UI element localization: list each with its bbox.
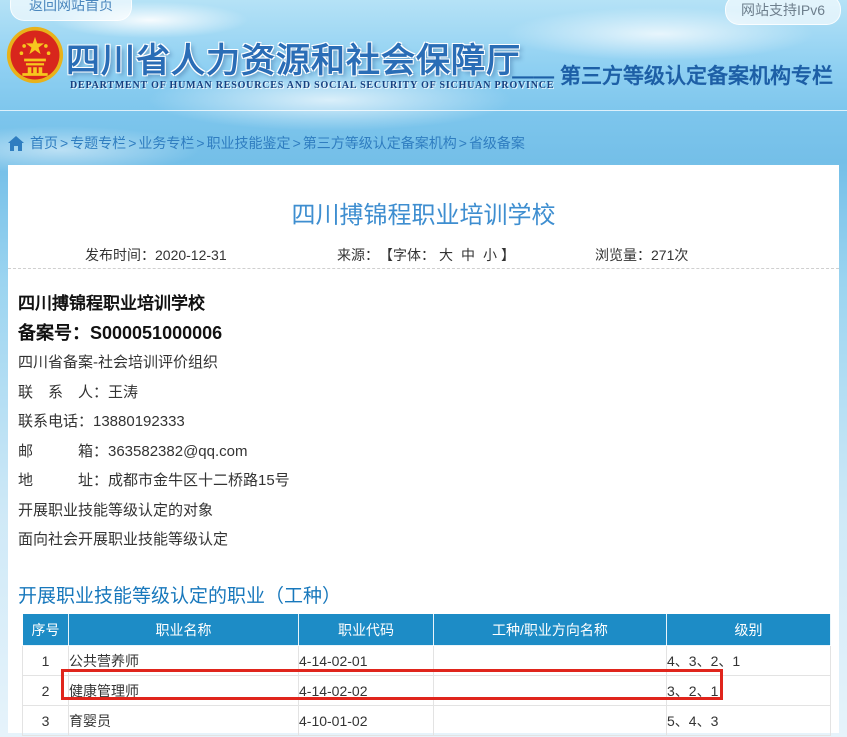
breadcrumb-separator: > <box>128 135 136 151</box>
views-label: 浏览量： <box>595 247 651 263</box>
font-size-option[interactable]: 小 <box>483 247 497 263</box>
table-row: 3育婴员4-10-01-02 5、4、3 <box>23 706 831 736</box>
breadcrumb-item[interactable]: 专题专栏 <box>70 135 126 151</box>
font-size-option[interactable]: 中 <box>461 247 475 263</box>
breadcrumb-item[interactable]: 职业技能鉴定 <box>207 135 291 151</box>
site-title: 四川省人力资源和社会保障厅 <box>66 33 521 82</box>
table-cell: 4-10-01-02 <box>299 706 434 736</box>
table-cell: 5、4、3 <box>667 706 831 736</box>
national-emblem-icon <box>6 26 64 89</box>
article-card: 四川搏锦程职业培训学校 发布时间：2020-12-31 来源： 【字体：大中小】… <box>8 165 839 733</box>
breadcrumb-separator: > <box>293 135 301 151</box>
back-home-button[interactable]: 返回网站首页 <box>10 0 132 21</box>
detail-line: 地 址：成都市金牛区十二桥路15号 <box>18 466 829 496</box>
site-subtitle-en: DEPARTMENT OF HUMAN RESOURCES AND SOCIAL… <box>70 80 554 91</box>
article-details: 四川搏锦程职业培训学校备案号：S000051000006四川省备案-社会培训评价… <box>18 289 829 555</box>
publish-date: 2020-12-31 <box>155 247 227 263</box>
section-title: 开展职业技能等级认定的职业（工种） <box>18 581 341 608</box>
detail-line: 四川搏锦程职业培训学校 <box>18 289 829 319</box>
table-header-cell: 级别 <box>667 614 831 646</box>
highlight-box <box>61 669 723 700</box>
publish-label: 发布时间： <box>85 247 155 263</box>
source-and-font: 来源： 【字体：大中小】 <box>337 245 515 265</box>
article-title: 四川搏锦程职业培训学校 <box>8 195 839 230</box>
detail-line: 邮 箱：363582382@qq.com <box>18 437 829 467</box>
breadcrumb-separator: > <box>459 135 467 151</box>
breadcrumb: 首页>专题专栏>业务专栏>职业技能鉴定>第三方等级认定备案机构>省级备案 <box>8 133 525 153</box>
source-label: 来源： <box>337 247 372 263</box>
views-value: 271次 <box>651 247 688 263</box>
column-slogan: —— 第三方等级认定备案机构专栏 <box>512 60 833 90</box>
detail-line: 备案号：S000051000006 <box>18 319 829 349</box>
detail-line: 联系电话：13880192333 <box>18 407 829 437</box>
ipv6-badge: 网站支持IPv6 <box>725 0 841 25</box>
breadcrumb-separator: > <box>196 135 204 151</box>
table-header-cell: 序号 <box>23 614 69 646</box>
table-cell <box>434 706 667 736</box>
article-meta: 发布时间：2020-12-31 来源： 【字体：大中小】 浏览量：271次 <box>8 245 839 267</box>
detail-line: 面向社会开展职业技能等级认定 <box>18 525 829 555</box>
breadcrumb-items: 首页>专题专栏>业务专栏>职业技能鉴定>第三方等级认定备案机构>省级备案 <box>30 133 525 153</box>
home-icon <box>8 136 24 151</box>
table-header-cell: 职业代码 <box>299 614 434 646</box>
table-header-cell: 职业名称 <box>69 614 299 646</box>
detail-line: 开展职业技能等级认定的对象 <box>18 496 829 526</box>
font-label-close: 】 <box>501 247 515 263</box>
detail-line: 四川省备案-社会培训评价组织 <box>18 348 829 378</box>
breadcrumb-separator: > <box>60 135 68 151</box>
breadcrumb-item[interactable]: 业务专栏 <box>138 135 194 151</box>
table-header-row: 序号职业名称职业代码工种/职业方向名称级别 <box>23 614 831 646</box>
font-size-options: 大中小 <box>435 247 501 263</box>
table-header-cell: 工种/职业方向名称 <box>434 614 667 646</box>
font-label-open: 【字体： <box>386 247 435 263</box>
breadcrumb-item[interactable]: 第三方等级认定备案机构 <box>303 135 457 151</box>
page: 返回网站首页 网站支持IPv6 四川省人力资源和社会保障厅 DEPARTMENT… <box>0 0 847 737</box>
views-counter: 浏览量：271次 <box>595 245 688 265</box>
breadcrumb-item[interactable]: 首页 <box>30 135 58 151</box>
detail-line: 联 系 人：王涛 <box>18 378 829 408</box>
banner-divider <box>0 110 847 111</box>
breadcrumb-item[interactable]: 省级备案 <box>469 135 525 151</box>
font-size-option[interactable]: 大 <box>439 247 453 263</box>
meta-divider <box>8 268 839 269</box>
publish-time: 发布时间：2020-12-31 <box>85 245 227 265</box>
table-cell: 3 <box>23 706 69 736</box>
table-cell: 育婴员 <box>69 706 299 736</box>
